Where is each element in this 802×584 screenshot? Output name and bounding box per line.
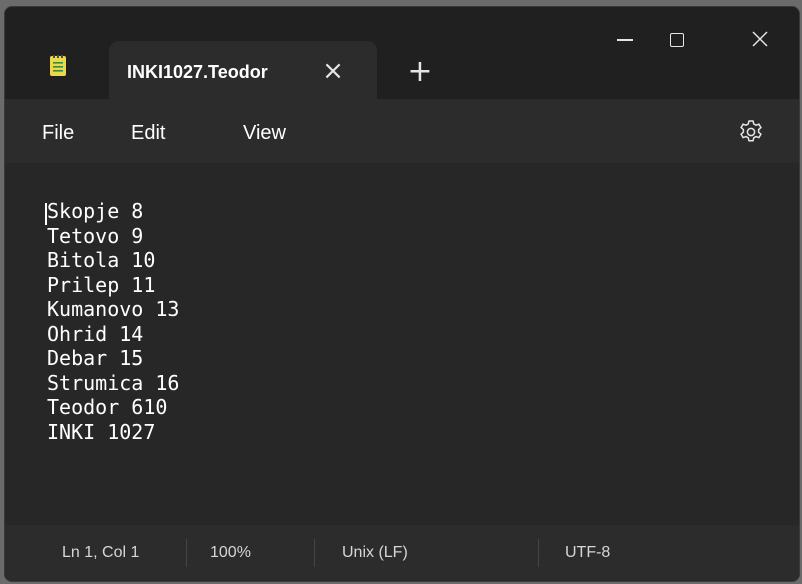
maximize-button[interactable] [654,17,700,63]
status-divider [538,539,539,567]
close-window-button[interactable] [737,17,783,63]
notepad-icon [50,55,66,76]
cursor-position[interactable]: Ln 1, Col 1 [62,544,139,562]
status-divider [314,539,315,567]
maximize-icon [670,33,684,47]
menu-file[interactable]: File [42,122,74,145]
text-line: INKI 1027 [47,419,156,444]
text-line: Ohrid 14 [47,321,144,346]
text-line: Bitola 10 [47,248,156,272]
close-icon [752,31,768,47]
tab-close-button[interactable]: × [319,57,347,85]
gear-icon[interactable] [738,119,764,145]
text-line: Debar 15 [47,346,144,370]
zoom-level[interactable]: 100% [210,544,251,562]
status-divider [186,539,187,567]
menu-view[interactable]: View [243,122,286,145]
text-line: Kumanovo 13 [47,297,180,321]
minimize-button[interactable] [601,17,647,63]
text-line: Strumica 16 [47,370,180,395]
text-line: Prilep 11 [47,272,156,297]
editor-content: Skopje 8 Tetovo 9 Bitola 10 Prilep 11 Ku… [47,199,179,444]
text-line: Skopje 8 [47,199,144,223]
minimize-icon [617,39,633,41]
line-ending[interactable]: Unix (LF) [342,544,408,562]
tab-title: INKI1027.Teodor [127,62,268,82]
tab-document[interactable]: INKI1027.Teodor × [109,41,377,99]
status-bar: Ln 1, Col 1 100% Unix (LF) UTF-8 [5,525,799,581]
text-editor[interactable]: Skopje 8 Tetovo 9 Bitola 10 Prilep 11 Ku… [5,163,799,525]
text-line: Tetovo 9 [47,223,144,248]
notepad-window: INKI1027.Teodor × + File Edit View Skopj… [4,6,800,582]
menu-edit[interactable]: Edit [131,122,165,145]
new-tab-button[interactable]: + [405,57,435,87]
text-line: Teodor 610 [47,395,168,419]
encoding[interactable]: UTF-8 [565,544,610,562]
title-bar: INKI1027.Teodor × + [5,7,799,99]
menu-bar: File Edit View [5,99,799,163]
